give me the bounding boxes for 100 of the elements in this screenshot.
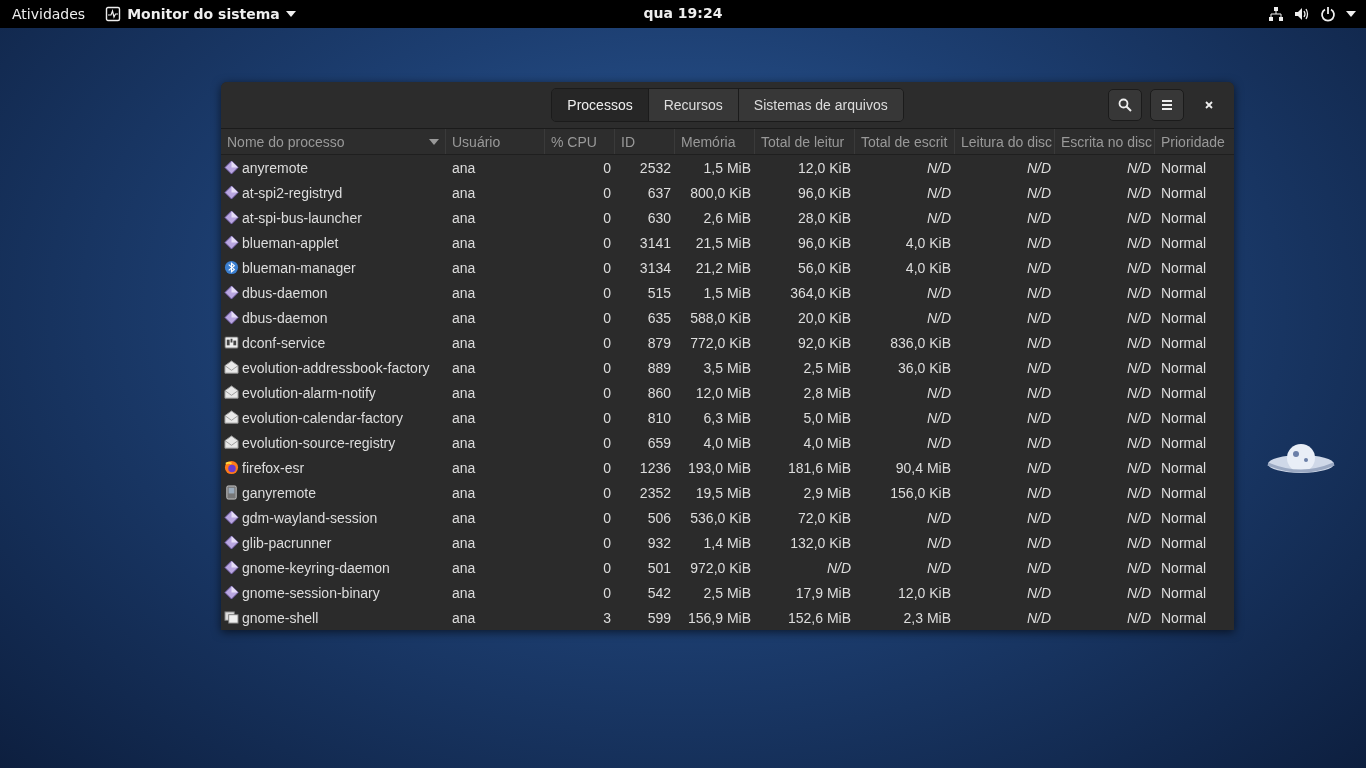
table-cell-text: ana (451, 384, 477, 401)
table-cell-text: 193,0 MiB (686, 459, 752, 476)
table-cell-text: 506 (646, 509, 672, 526)
table-cell-text: ana (451, 184, 477, 201)
column-header[interactable]: Memória (675, 129, 755, 154)
table-cell-text: N/D (1125, 434, 1152, 451)
table-cell-text: N/D (1125, 284, 1152, 301)
table-cell-text: 2,3 MiB (902, 609, 952, 626)
volume-icon[interactable] (1294, 6, 1310, 22)
diamond-icon (224, 210, 239, 225)
table-cell-text: N/D (925, 184, 952, 201)
table-cell-text: 879 (646, 334, 672, 351)
column-header[interactable]: Nome do processo (221, 129, 446, 154)
menu-button[interactable] (1150, 89, 1184, 121)
diamond-icon (224, 185, 239, 200)
app-menu[interactable]: Monitor do sistema (105, 6, 296, 22)
phone-icon (224, 485, 239, 500)
table-cell-text: N/D (925, 434, 952, 451)
menu-icon (1160, 98, 1174, 112)
column-header[interactable]: Usuário (446, 129, 545, 154)
table-cell-text: 810 (646, 409, 672, 426)
column-header[interactable]: Escrita no disc (1055, 129, 1155, 154)
process-name: evolution-source-registry (242, 434, 396, 451)
table-cell-text: Normal (1160, 534, 1208, 551)
bluetooth-icon (224, 260, 239, 275)
column-header[interactable]: Total de escrit (855, 129, 955, 154)
table-cell-text: 21,5 MiB (694, 234, 752, 251)
table-cell-text: ana (451, 609, 477, 626)
table-cell-text: 0 (602, 359, 612, 376)
table-cell-text: 536,0 KiB (689, 509, 752, 526)
table-cell-text: N/D (1125, 259, 1152, 276)
table-cell-text: Normal (1160, 359, 1208, 376)
table-cell-text: 4,0 MiB (702, 434, 752, 451)
activities-button[interactable]: Atividades (12, 6, 86, 22)
table-cell-text: N/D (1125, 159, 1152, 176)
table-cell-text: N/D (1025, 509, 1052, 526)
table-cell-text: 0 (602, 409, 612, 426)
table-cell-text: ana (451, 584, 477, 601)
envelope-icon (224, 435, 239, 450)
table-cell-text: N/D (1125, 209, 1152, 226)
monitor-icon (105, 6, 122, 22)
table-cell-text: Normal (1160, 434, 1208, 451)
table-cell-text: N/D (1025, 159, 1052, 176)
table-cell-text: ana (451, 334, 477, 351)
table-cell-text: N/D (1025, 209, 1052, 226)
table-cell-text: N/D (825, 559, 852, 576)
table-cell-text: ana (451, 534, 477, 551)
column-header[interactable]: Total de leitur (755, 129, 855, 154)
table-cell-text: N/D (1125, 534, 1152, 551)
table-cell-text: N/D (1025, 409, 1052, 426)
process-name: dbus-daemon (242, 284, 328, 301)
column-header[interactable]: % CPU (545, 129, 615, 154)
table-cell-text: 3,5 MiB (702, 359, 752, 376)
network-icon[interactable] (1268, 6, 1284, 22)
table-cell-text: 0 (602, 309, 612, 326)
table-cell-text: 659 (646, 434, 672, 451)
diamond-icon (224, 310, 239, 325)
process-name: gnome-keyring-daemon (242, 559, 390, 576)
diamond-icon (224, 235, 239, 250)
table-cell-text: 0 (602, 234, 612, 251)
column-header[interactable]: ID (615, 129, 675, 154)
table-cell-text: N/D (925, 409, 952, 426)
table-cell-text: N/D (1125, 384, 1152, 401)
table-cell-text: N/D (1025, 184, 1052, 201)
process-name: dconf-service (242, 334, 326, 351)
table-cell-text: Normal (1160, 459, 1208, 476)
table-cell-text: N/D (1025, 259, 1052, 276)
table-cell-text: 772,0 KiB (689, 334, 752, 351)
sort-caret-icon (429, 138, 439, 145)
process-name: blueman-applet (242, 234, 339, 251)
diamond-icon (224, 535, 239, 550)
table-cell-text: N/D (1025, 559, 1052, 576)
diamond-icon (224, 285, 239, 300)
tab[interactable]: Recursos (648, 89, 739, 121)
table-cell-text: N/D (1025, 609, 1052, 626)
table-cell-text: Normal (1160, 584, 1208, 601)
clock[interactable]: qua 19:24 (643, 5, 723, 21)
table-cell-text: 630 (646, 209, 672, 226)
caret-icon[interactable] (1346, 11, 1356, 17)
table-cell-text: N/D (1025, 359, 1052, 376)
table-cell-text: ana (451, 359, 477, 376)
table-cell-text: ana (451, 434, 477, 451)
process-name: ganyremote (242, 484, 316, 501)
table-cell-text: 0 (602, 334, 612, 351)
table-cell-text: 0 (602, 534, 612, 551)
table-cell-text: 599 (646, 609, 672, 626)
tab[interactable]: Sistemas de arquivos (738, 89, 903, 121)
search-button[interactable] (1108, 89, 1142, 121)
table-cell-text: N/D (925, 159, 952, 176)
table-cell-text: 637 (646, 184, 672, 201)
tab[interactable]: Processos (552, 89, 649, 121)
envelope-icon (224, 360, 239, 375)
column-header[interactable]: Prioridade (1155, 129, 1234, 154)
process-name: gnome-shell (242, 609, 319, 626)
table-cell-text: N/D (925, 309, 952, 326)
table-cell-text: Normal (1160, 284, 1208, 301)
table-cell-text: 19,5 MiB (694, 484, 752, 501)
table-cell-text: 0 (602, 259, 612, 276)
power-icon[interactable] (1320, 6, 1336, 22)
column-header[interactable]: Leitura do disc (955, 129, 1055, 154)
